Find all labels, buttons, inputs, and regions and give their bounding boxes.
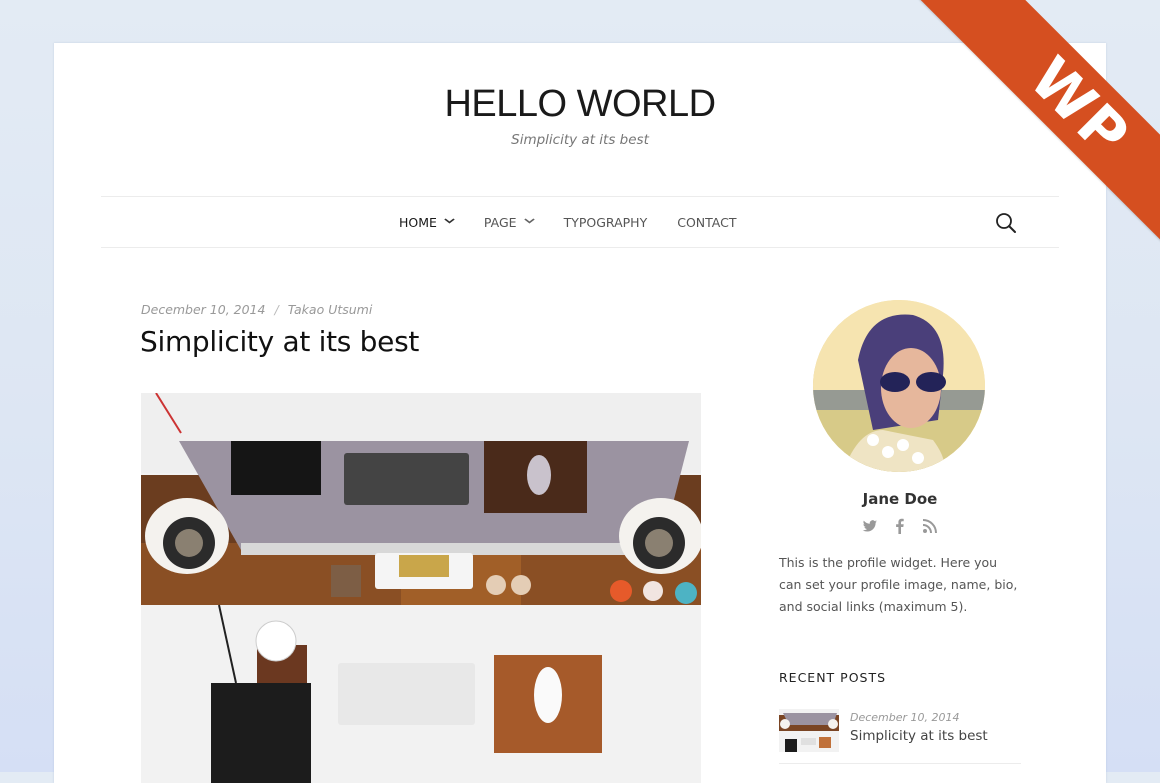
rss-icon[interactable]	[922, 518, 938, 534]
main-navigation: HOME PAGE TYPOGRAPHY CONTACT	[101, 196, 1059, 248]
nav-item-contact[interactable]: CONTACT	[677, 215, 736, 230]
facebook-icon[interactable]	[892, 518, 908, 534]
profile-avatar[interactable]	[813, 300, 985, 472]
post-featured-image[interactable]	[141, 393, 701, 783]
nav-item-home[interactable]: HOME	[399, 214, 456, 230]
thumbnail-image	[779, 709, 839, 752]
page-container: HELLO WORLD Simplicity at its best HOME …	[54, 43, 1106, 783]
post-meta: December 10, 2014 / Takao Utsumi	[141, 302, 372, 317]
site-tagline: Simplicity at its best	[511, 132, 649, 148]
post-author[interactable]: Takao Utsumi	[288, 302, 373, 317]
recent-post-date: December 10, 2014	[850, 711, 960, 724]
chevron-down-icon	[523, 217, 535, 227]
search-button[interactable]	[994, 211, 1018, 235]
recent-post-item[interactable]: December 10, 2014 Simplicity at its best	[779, 709, 1021, 764]
post-title[interactable]: Simplicity at its best	[140, 325, 419, 358]
search-icon	[996, 213, 1016, 233]
social-links	[779, 518, 1021, 534]
nav-item-label: PAGE	[483, 214, 517, 230]
site-title[interactable]: HELLO WORLD	[54, 83, 1106, 126]
meta-separator: /	[274, 302, 279, 317]
nav-item-typography[interactable]: TYPOGRAPHY	[564, 215, 648, 230]
recent-post-thumbnail[interactable]	[779, 709, 839, 752]
avatar-photo	[813, 300, 985, 472]
recent-posts-heading: RECENT POSTS	[779, 670, 887, 685]
nav-item-label: HOME	[399, 214, 437, 230]
nav-menu: HOME PAGE TYPOGRAPHY CONTACT	[399, 197, 767, 247]
nav-item-page[interactable]: PAGE	[483, 214, 535, 230]
profile-bio: This is the profile widget. Here you can…	[779, 555, 1018, 614]
post-date[interactable]: December 10, 2014	[141, 302, 265, 317]
nav-item-label: TYPOGRAPHY	[563, 214, 648, 230]
twitter-icon[interactable]	[862, 518, 878, 534]
nav-item-label: CONTACT	[677, 214, 737, 230]
profile-name: Jane Doe	[862, 490, 938, 508]
chevron-down-icon	[444, 217, 456, 227]
desk-photo	[141, 393, 701, 783]
recent-post-title[interactable]: Simplicity at its best	[850, 728, 988, 744]
